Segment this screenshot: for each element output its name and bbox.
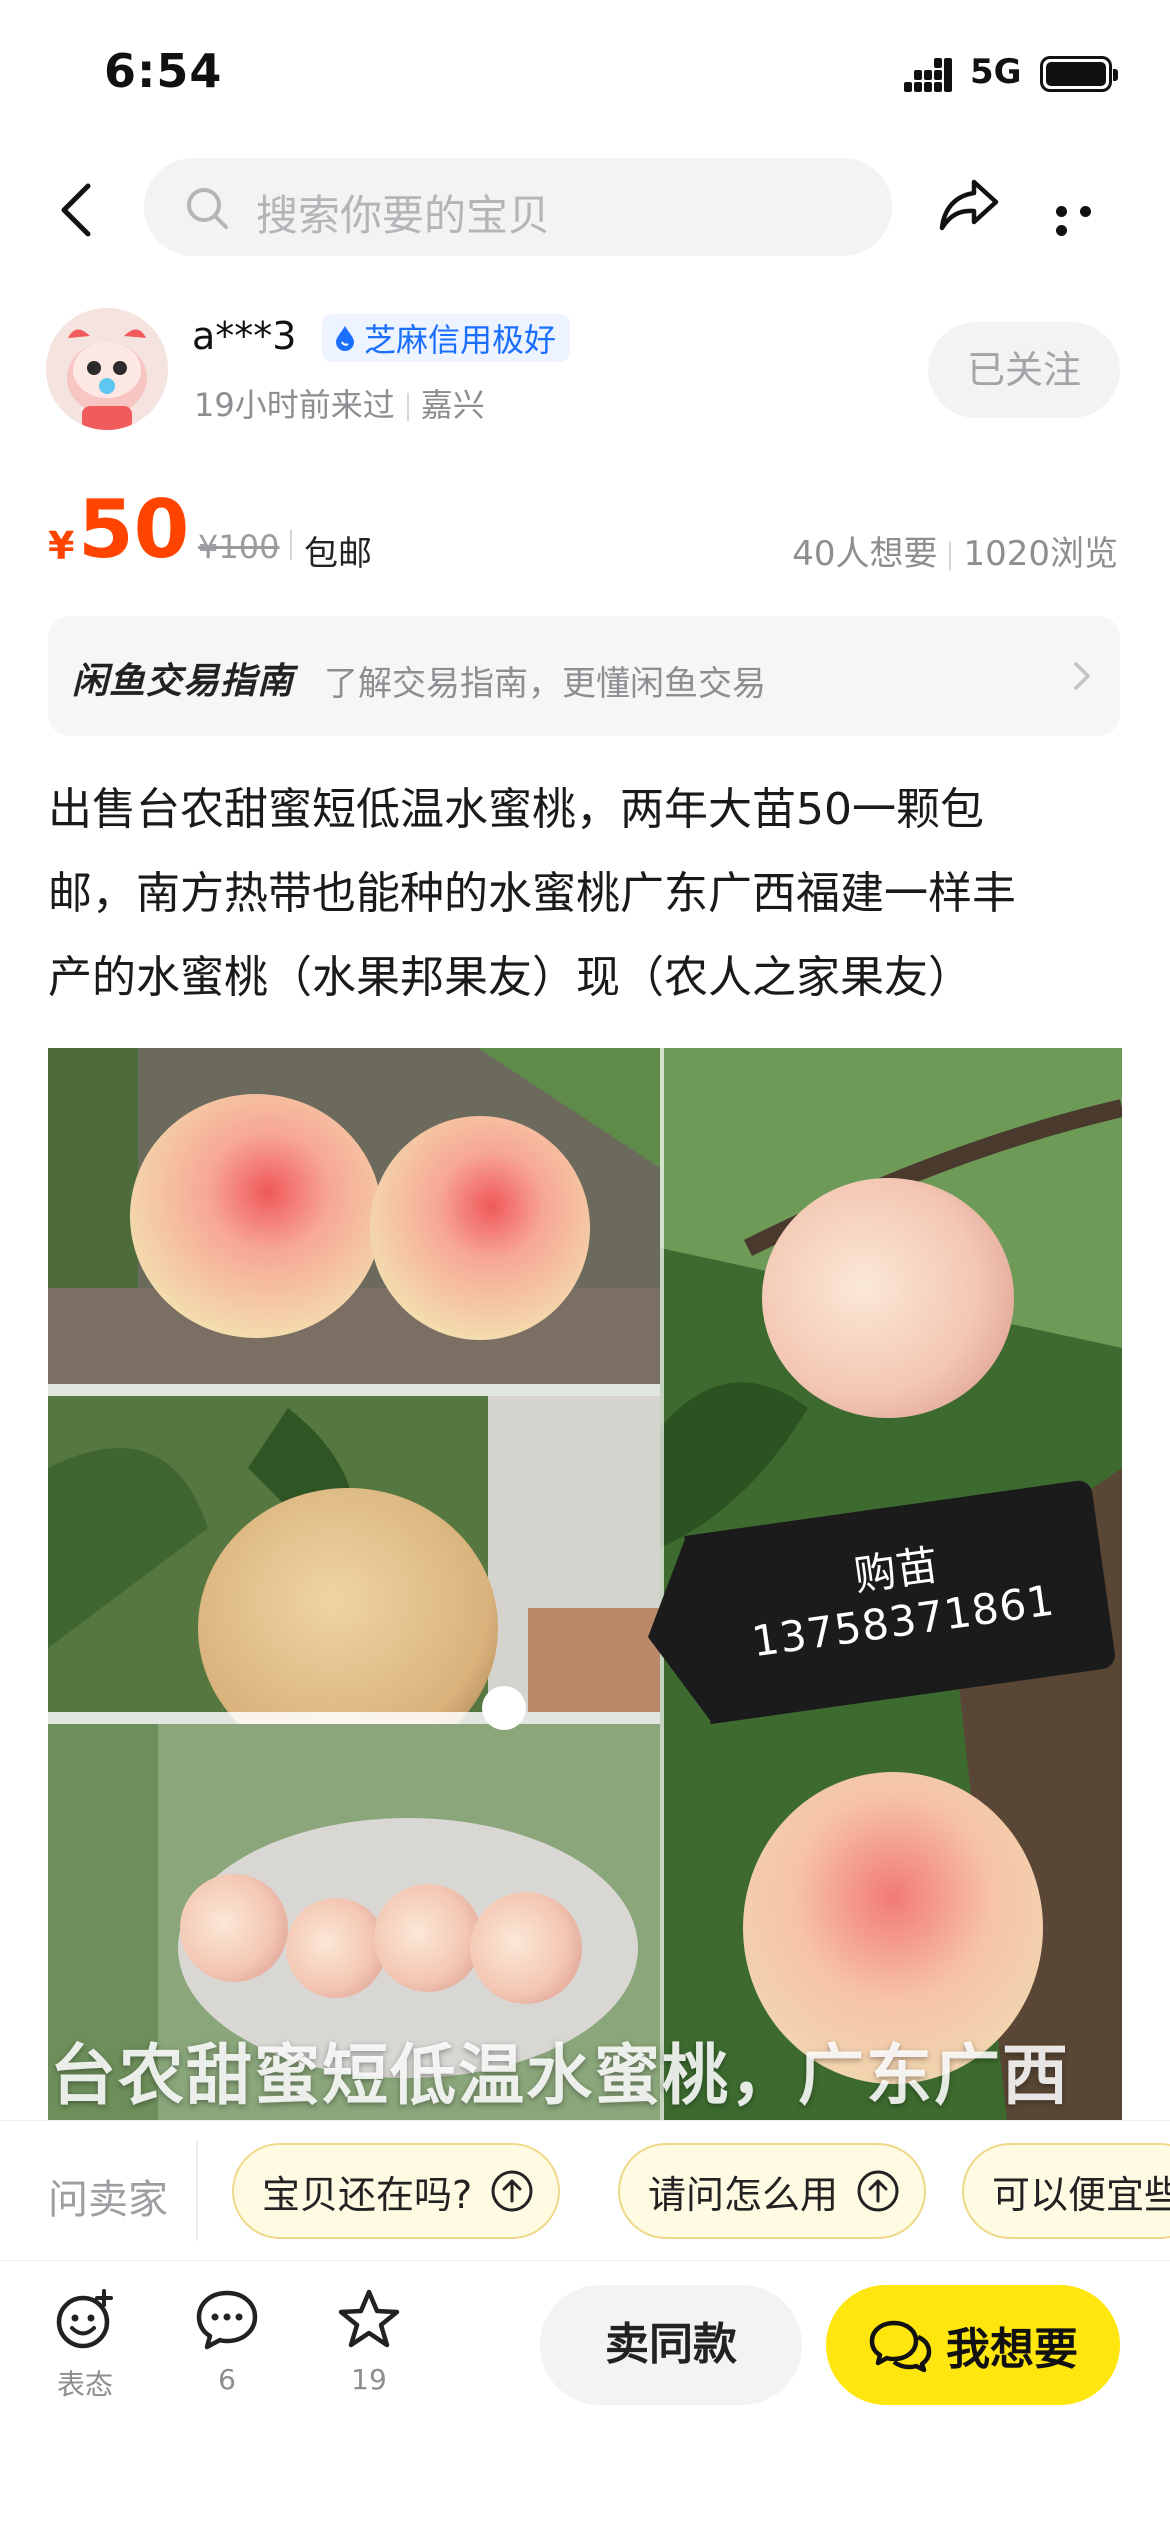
network-type: 5G <box>970 52 1022 92</box>
views-count: 1020浏览 <box>963 534 1118 574</box>
cellular-signal-icon <box>904 58 952 92</box>
quick-question-chip[interactable]: 可以便宜些 <box>962 2143 1170 2239</box>
seller-avatar[interactable] <box>46 308 168 430</box>
price-row: ¥ 50 ¥100 包邮 40人想要 1020浏览 <box>0 480 1170 590</box>
description-line: 邮，南方热带也能种的水蜜桃广东广西福建一样丰 <box>48 868 1016 919</box>
guide-desc: 了解交易指南，更懂闲鱼交易 <box>324 664 766 704</box>
ask-seller-label: 问卖家 <box>48 2177 168 2223</box>
comment-icon <box>196 2290 258 2350</box>
follow-button[interactable]: 已关注 <box>928 322 1120 418</box>
item-stats: 40人想要 1020浏览 <box>792 526 1118 575</box>
currency-symbol: ¥ <box>48 524 75 568</box>
quick-questions-bar: 问卖家 宝贝还在吗? 请问怎么用 可以便宜些 <box>0 2120 1170 2260</box>
status-bar: 6:54 5G <box>0 0 1170 150</box>
chip-label: 宝贝还在吗? <box>262 2172 473 2217</box>
search-bar[interactable]: 搜索你要的宝贝 <box>144 158 892 256</box>
original-price: ¥100 <box>198 528 280 566</box>
star-icon <box>338 2289 400 2348</box>
chevron-right-icon <box>1074 662 1090 690</box>
arrow-up-circle-icon <box>857 2170 899 2212</box>
back-icon[interactable] <box>48 180 108 240</box>
current-price: 50 <box>78 483 190 576</box>
avatar-image <box>46 308 168 430</box>
divider <box>196 2141 198 2241</box>
seller-meta: 19小时前来过 嘉兴 <box>194 380 485 426</box>
guide-title: 闲鱼交易指南 <box>72 661 295 702</box>
last-seen: 19小时前来过 <box>194 386 395 424</box>
chat-bubbles-icon <box>869 2320 932 2373</box>
smiley-icon <box>56 2289 113 2349</box>
search-placeholder: 搜索你要的宝贝 <box>256 191 551 240</box>
seller-name[interactable]: a***3 <box>192 314 296 358</box>
react-label: 表态 <box>56 2368 113 2401</box>
credit-badge: 芝麻信用极好 <box>322 314 571 362</box>
arrow-up-circle-icon <box>491 2170 533 2212</box>
credit-badge-label: 芝麻信用极好 <box>364 321 557 359</box>
favorite-count: 19 <box>351 2363 387 2396</box>
zhima-credit-icon <box>336 326 354 351</box>
product-photo[interactable]: 购苗 13758371861 台农甜蜜短低温水蜜桃，广东广西 <box>48 1048 1122 2128</box>
bottom-action-bar: 表态 6 19 卖同款 我想要 <box>0 2260 1170 2532</box>
wants-count: 40人想要 <box>792 534 938 574</box>
want-button-label: 我想要 <box>946 2324 1078 2375</box>
seller-info: a***3 芝麻信用极好 19小时前来过 嘉兴 已关注 <box>0 300 1170 440</box>
want-button[interactable]: 我想要 <box>826 2285 1120 2405</box>
chip-label: 请问怎么用 <box>648 2172 839 2217</box>
item-description: 出售台农甜蜜短低温水蜜桃，两年大苗50一颗包 邮，南方热带也能种的水蜜桃广东广西… <box>48 768 1124 1020</box>
seller-location: 嘉兴 <box>420 386 485 424</box>
comment-button[interactable]: 6 <box>172 2287 282 2396</box>
trade-guide-banner[interactable]: 闲鱼交易指南 了解交易指南，更懂闲鱼交易 <box>48 616 1120 736</box>
photo-caption: 台农甜蜜短低温水蜜桃，广东广西 <box>50 2037 1070 2114</box>
description-line: 出售台农甜蜜短低温水蜜桃，两年大苗50一颗包 <box>48 784 984 835</box>
divider <box>290 530 292 560</box>
description-line: 产的水蜜桃（水果邦果友）现（农人之家果友） <box>48 952 972 1003</box>
sell-same-button[interactable]: 卖同款 <box>540 2285 802 2405</box>
photo-tag-dot <box>482 1686 526 1730</box>
react-button[interactable]: 表态 <box>30 2287 140 2403</box>
more-icon[interactable] <box>1056 202 1120 236</box>
share-icon[interactable] <box>938 174 1000 236</box>
comment-count: 6 <box>218 2363 236 2396</box>
search-icon <box>187 188 228 229</box>
quick-question-chip[interactable]: 宝贝还在吗? <box>232 2143 561 2239</box>
shipping-tag: 包邮 <box>304 534 372 574</box>
chip-label: 可以便宜些 <box>992 2172 1170 2217</box>
battery-icon <box>1040 56 1118 92</box>
status-time: 6:54 <box>104 44 223 98</box>
favorite-button[interactable]: 19 <box>314 2287 424 2396</box>
top-nav: 搜索你要的宝贝 <box>0 150 1170 270</box>
quick-question-chip[interactable]: 请问怎么用 <box>618 2143 927 2239</box>
